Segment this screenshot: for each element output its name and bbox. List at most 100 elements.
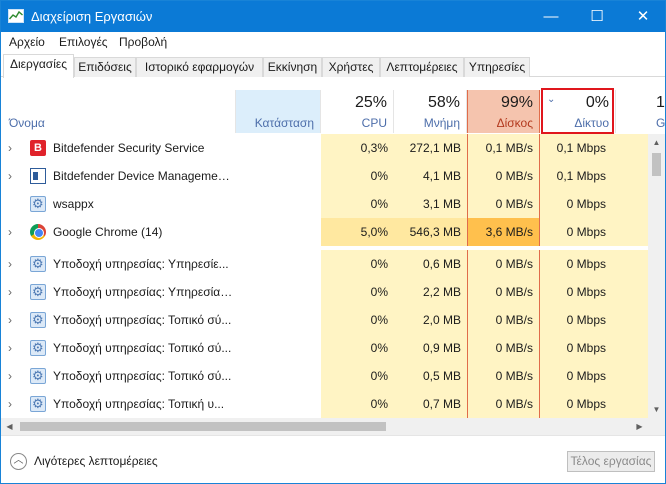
expand-chevron-icon[interactable]: › — [8, 250, 20, 278]
expand-chevron-icon[interactable]: › — [8, 278, 20, 306]
process-name: Υποδοχή υπηρεσίας: Υπηρεσίε... — [53, 257, 229, 271]
table-row[interactable]: › Υποδοχή υπηρεσίας: Τοπικό σύ... 0% 2,0… — [1, 306, 648, 334]
process-memory: 0,5 MB — [394, 362, 467, 390]
expand-chevron-icon[interactable]: › — [8, 362, 20, 390]
tab-startup[interactable]: Εκκίνηση — [263, 57, 322, 77]
title-bar[interactable]: Διαχείριση Εργασιών — ☐ ✕ — [1, 1, 665, 32]
process-status — [236, 390, 321, 418]
process-cpu: 0% — [321, 250, 394, 278]
expand-chevron-icon[interactable]: › — [8, 306, 20, 334]
process-name: Bitdefender Device Managemen... — [53, 169, 233, 183]
tab-details[interactable]: Λεπτομέρειες — [380, 57, 464, 77]
process-cpu: 0% — [321, 362, 394, 390]
scrollbar-corner — [648, 418, 665, 435]
tab-services[interactable]: Υπηρεσίες — [464, 57, 530, 77]
process-disk: 0 MB/s — [467, 278, 540, 306]
column-name-label: Όνομα — [9, 116, 45, 130]
close-button[interactable]: ✕ — [620, 1, 665, 32]
process-gpu — [616, 218, 648, 246]
process-gpu — [616, 162, 648, 190]
process-status — [236, 334, 321, 362]
process-gpu — [616, 134, 648, 162]
process-name: Υποδοχή υπηρεσίας: Υπηρεσία ... — [53, 285, 233, 299]
expand-chevron-icon — [8, 190, 20, 218]
process-status — [236, 134, 321, 162]
tab-processes[interactable]: Διεργασίες — [3, 54, 74, 78]
expand-chevron-icon[interactable]: › — [8, 218, 20, 246]
disk-total-percent: 99% — [500, 94, 533, 111]
table-row[interactable]: › Google Chrome (14) 5,0% 546,3 MB 3,6 M… — [1, 218, 648, 246]
fewer-details-link[interactable]: Λιγότερες λεπτομέρειες — [34, 454, 158, 468]
process-memory: 3,1 MB — [394, 190, 467, 218]
process-network: 0 Mbps — [540, 334, 616, 362]
column-name[interactable]: Όνομα — [1, 90, 236, 133]
column-status[interactable]: Κατάσταση — [236, 90, 321, 133]
expand-chevron-icon[interactable]: › — [8, 162, 20, 190]
expand-chevron-icon[interactable]: › — [8, 334, 20, 362]
table-row[interactable]: › B Bitdefender Security Service 0,3% 27… — [1, 134, 648, 162]
menu-options[interactable]: Επιλογές — [59, 35, 108, 49]
table-row[interactable]: › Υποδοχή υπηρεσίας: Υπηρεσία ... 0% 2,2… — [1, 278, 648, 306]
scroll-left-arrow-icon[interactable]: ◀ — [1, 418, 18, 435]
process-disk: 0 MB/s — [467, 334, 540, 362]
process-cpu: 0% — [321, 162, 394, 190]
service-gear-icon — [30, 306, 46, 334]
process-disk: 0 MB/s — [467, 190, 540, 218]
service-gear-icon — [30, 362, 46, 390]
process-status — [236, 362, 321, 390]
vertical-scroll-thumb[interactable] — [652, 153, 661, 176]
process-network: 0 Mbps — [540, 390, 616, 418]
process-memory: 2,0 MB — [394, 306, 467, 334]
process-name: Υποδοχή υπηρεσίας: Τοπικό σύ... — [53, 369, 232, 383]
process-disk: 0 MB/s — [467, 390, 540, 418]
tab-performance[interactable]: Επιδόσεις — [74, 57, 136, 77]
column-cpu[interactable]: 25% CPU — [321, 90, 394, 133]
table-row[interactable]: › Υποδοχή υπηρεσίας: Υπηρεσίε... 0% 0,6 … — [1, 250, 648, 278]
table-row[interactable]: › Υποδοχή υπηρεσίας: Τοπικό σύ... 0% 0,9… — [1, 334, 648, 362]
menu-view[interactable]: Προβολή — [119, 35, 167, 49]
process-network: 0 Mbps — [540, 250, 616, 278]
column-disk[interactable]: 99% Δίσκος — [467, 90, 540, 133]
horizontal-scroll-thumb[interactable] — [20, 422, 386, 431]
table-row[interactable]: › Bitdefender Device Managemen... 0% 4,1… — [1, 162, 648, 190]
column-memory-label: Μνήμη — [423, 116, 460, 130]
process-memory: 272,1 MB — [394, 134, 467, 162]
maximize-button[interactable]: ☐ — [574, 1, 620, 32]
scroll-up-arrow-icon[interactable]: ▲ — [648, 134, 665, 151]
process-disk: 0,1 MB/s — [467, 134, 540, 162]
gpu-total-percent: 1 — [656, 94, 665, 111]
process-memory: 546,3 MB — [394, 218, 467, 246]
column-memory[interactable]: 58% Μνήμη — [394, 90, 467, 133]
tab-users[interactable]: Χρήστες — [322, 57, 380, 77]
column-gpu[interactable]: 1 GI — [616, 90, 665, 133]
footer-bar: ︿ Λιγότερες λεπτομέρειες Τέλος εργασίας — [1, 435, 665, 483]
column-status-label: Κατάσταση — [254, 116, 314, 130]
process-network: 0 Mbps — [540, 362, 616, 390]
process-status — [236, 306, 321, 334]
scroll-down-arrow-icon[interactable]: ▼ — [648, 401, 665, 418]
expand-chevron-icon[interactable]: › — [8, 390, 20, 418]
collapse-up-icon[interactable]: ︿ — [10, 453, 27, 470]
table-row[interactable]: › Υποδοχή υπηρεσίας: Τοπικό σύ... 0% 0,5… — [1, 362, 648, 390]
process-gpu — [616, 250, 648, 278]
vertical-scrollbar[interactable]: ▲ ▼ — [648, 134, 665, 418]
menu-file[interactable]: Αρχείο — [9, 35, 45, 49]
tab-app-history[interactable]: Ιστορικό εφαρμογών — [136, 57, 263, 77]
process-name: Υποδοχή υπηρεσίας: Τοπικό σύ... — [53, 341, 232, 355]
memory-total-percent: 58% — [427, 94, 460, 111]
scroll-right-arrow-icon[interactable]: ▶ — [631, 418, 648, 435]
process-network: 0 Mbps — [540, 218, 616, 246]
service-gear-icon — [30, 190, 46, 218]
minimize-button[interactable]: — — [528, 1, 574, 32]
horizontal-scrollbar[interactable]: ◀ ▶ — [1, 418, 648, 435]
table-row[interactable]: wsappx 0% 3,1 MB 0 MB/s 0 Mbps — [1, 190, 648, 218]
process-name: Υποδοχή υπηρεσίας: Τοπικό σύ... — [53, 313, 232, 327]
column-disk-label: Δίσκος — [496, 116, 533, 130]
process-disk: 3,6 MB/s — [467, 218, 540, 246]
process-status — [236, 218, 321, 246]
process-disk: 0 MB/s — [467, 362, 540, 390]
task-manager-window: Διαχείριση Εργασιών — ☐ ✕ Αρχείο Επιλογέ… — [0, 0, 666, 484]
end-task-button[interactable]: Τέλος εργασίας — [567, 451, 655, 472]
expand-chevron-icon[interactable]: › — [8, 134, 20, 162]
table-row[interactable]: › Υποδοχή υπηρεσίας: Τοπική υ... 0% 0,7 … — [1, 390, 648, 418]
